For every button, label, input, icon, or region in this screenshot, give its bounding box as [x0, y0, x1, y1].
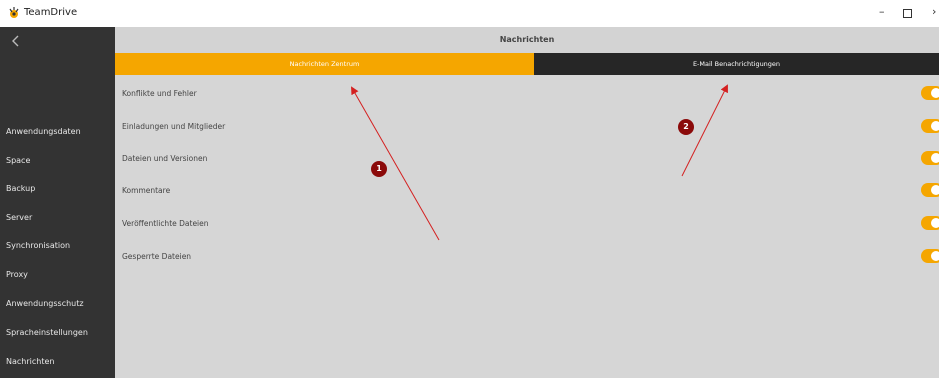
annotation-badge-1: 1	[371, 161, 387, 177]
dateien-toggle[interactable]	[921, 151, 939, 165]
window-title: TeamDrive	[24, 7, 78, 18]
sidebar-item-backup[interactable]: Backup	[0, 175, 115, 203]
toggle-knob	[931, 121, 939, 131]
sidebar-item-server[interactable]: Server	[0, 204, 115, 232]
tab-bar: Nachrichten Zentrum E-Mail Benachrichtig…	[115, 53, 939, 75]
setting-row: Konflikte und Fehler	[115, 84, 939, 104]
main-panel: Nachrichten Nachrichten Zentrum E-Mail B…	[115, 27, 939, 378]
setting-label: Einladungen und Mitglieder	[122, 122, 226, 131]
setting-label: Dateien und Versionen	[122, 154, 208, 163]
title-bar: TeamDrive – ›	[0, 0, 939, 27]
setting-row: Dateien und Versionen	[115, 149, 939, 169]
setting-label: Konflikte und Fehler	[122, 89, 197, 98]
tab-email-benachrichtigungen[interactable]: E-Mail Benachrichtigungen	[534, 53, 939, 75]
setting-row: Veröffentlichte Dateien	[115, 214, 939, 234]
konflikte-toggle[interactable]	[921, 86, 939, 100]
sidebar-item-synchronisation[interactable]: Synchronisation	[0, 232, 115, 260]
einladungen-toggle[interactable]	[921, 119, 939, 133]
setting-label: Kommentare	[122, 186, 171, 195]
sidebar-item-proxy[interactable]: Proxy	[0, 261, 115, 289]
maximize-button[interactable]	[903, 9, 912, 18]
toggle-knob	[931, 251, 939, 261]
sidebar-item-anwendungsschutz[interactable]: Anwendungsschutz	[0, 290, 115, 318]
gesperrte-toggle[interactable]	[921, 249, 939, 263]
sidebar-item-anwendungsdaten[interactable]: Anwendungsdaten	[0, 118, 115, 146]
toggle-knob	[931, 218, 939, 228]
sidebar-item-space[interactable]: Space	[0, 147, 115, 175]
toggle-knob	[931, 153, 939, 163]
setting-row: Gesperrte Dateien	[115, 247, 939, 267]
sidebar-item-nachrichten[interactable]: Nachrichten	[0, 348, 115, 376]
veroeffentlichte-toggle[interactable]	[921, 216, 939, 230]
teamdrive-logo-icon	[9, 7, 19, 18]
setting-row: Kommentare	[115, 181, 939, 201]
page-title: Nachrichten	[115, 27, 939, 53]
setting-label: Gesperrte Dateien	[122, 252, 192, 261]
close-button[interactable]: ›	[932, 5, 936, 19]
setting-row: Einladungen und Mitglieder	[115, 117, 939, 137]
sidebar: Anwendungsdaten Space Backup Server Sync…	[0, 27, 115, 378]
setting-label: Veröffentlichte Dateien	[122, 219, 209, 228]
tab-nachrichten-zentrum[interactable]: Nachrichten Zentrum	[115, 53, 534, 75]
kommentare-toggle[interactable]	[921, 183, 939, 197]
toggle-knob	[931, 185, 939, 195]
annotation-badge-2: 2	[678, 119, 694, 135]
back-chevron-icon[interactable]	[8, 33, 24, 49]
sidebar-item-spracheinstellungen[interactable]: Spracheinstellungen	[0, 319, 115, 347]
minimize-button[interactable]: –	[879, 5, 885, 19]
toggle-knob	[931, 88, 939, 98]
